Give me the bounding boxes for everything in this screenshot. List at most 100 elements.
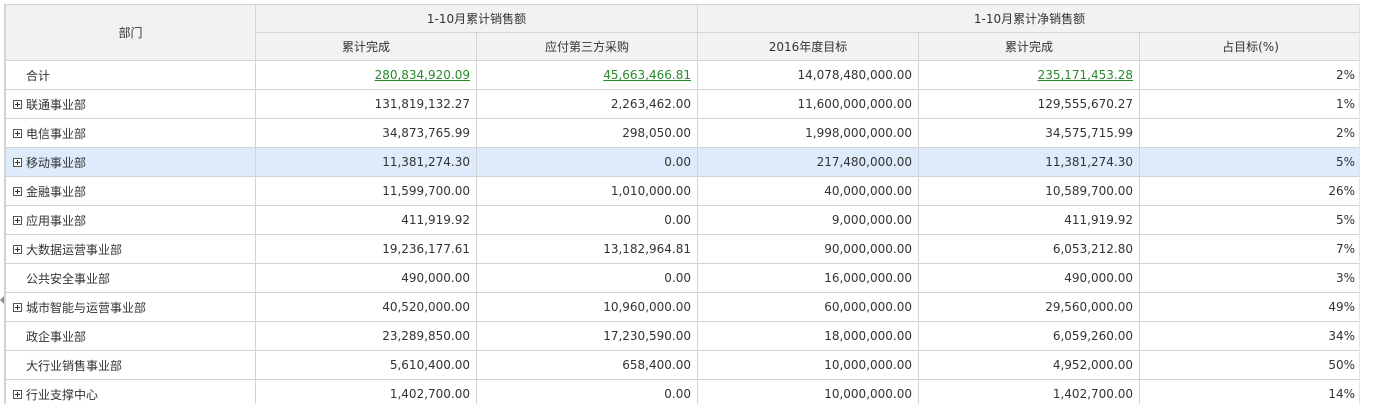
third-party-cell: 658,400.00 <box>476 350 698 380</box>
third-party-cell: 0.00 <box>476 147 698 177</box>
table-row[interactable]: 行业支撑中心 1,402,700.00 0.00 10,000,000.00 1,402… <box>5 379 1363 404</box>
target-cell: 90,000,000.00 <box>697 234 919 264</box>
value-text: 10,000,000.00 <box>824 387 912 401</box>
cumulative-cell: 1,402,700.00 <box>255 379 477 404</box>
header-net-cumulative[interactable]: 累计完成 <box>918 32 1140 61</box>
dept-label: 电信事业部 <box>26 126 87 141</box>
header-cumulative[interactable]: 累计完成 <box>255 32 477 61</box>
expand-plus-icon[interactable] <box>13 389 22 399</box>
table-row[interactable]: 公共安全事业部 490,000.00 0.00 16,000,000.00 490,00… <box>5 263 1363 293</box>
value-text: 23,289,850.00 <box>382 329 470 343</box>
value-text: 4,952,000.00 <box>1052 358 1133 372</box>
value-link[interactable]: 45,663,466.81 <box>603 68 691 82</box>
target-cell: 18,000,000.00 <box>697 321 919 351</box>
percent-target-cell: 5% <box>1138 147 1363 177</box>
table-row[interactable]: 政企事业部 23,289,850.00 17,230,590.00 18,000,00… <box>5 321 1363 351</box>
net-cumulative-cell[interactable]: 235,171,453.28 <box>918 60 1140 90</box>
expand-plus-icon[interactable] <box>13 302 22 312</box>
target-cell: 60,000,000.00 <box>697 292 919 322</box>
percent-target-cell: 14% <box>1138 379 1363 404</box>
table-row[interactable]: 大行业销售事业部 5,610,400.00 658,400.00 10,000,000… <box>5 350 1363 380</box>
header-dept[interactable]: 部门 <box>5 4 256 61</box>
header-group-sales: 1-10月累计销售额 <box>255 4 698 33</box>
dept-cell[interactable]: 政企事业部 <box>5 321 256 351</box>
percent-target-cell: 50% <box>1138 350 1363 380</box>
value-text: 411,919.92 <box>1064 213 1133 227</box>
table-row[interactable]: 大数据运营事业部 19,236,177.61 13,182,964.81 90,000… <box>5 234 1363 264</box>
cumulative-cell: 5,610,400.00 <box>255 350 477 380</box>
header-third-party[interactable]: 应付第三方采购 <box>476 32 698 61</box>
value-text: 14,078,480,000.00 <box>797 68 912 82</box>
expand-plus-icon[interactable] <box>13 99 22 109</box>
value-text: 411,919.92 <box>401 213 470 227</box>
table-row[interactable]: 合计 280,834,920.09 45,663,466.81 14,078,480,… <box>5 60 1363 90</box>
value-text: 2% <box>1335 68 1356 82</box>
dept-cell[interactable]: 行业支撑中心 <box>5 379 256 404</box>
value-text: 40,000,000.00 <box>824 184 912 198</box>
value-text: 34% <box>1328 329 1356 343</box>
value-text: 13,182,964.81 <box>603 242 691 256</box>
cumulative-cell[interactable]: 280,834,920.09 <box>255 60 477 90</box>
third-party-cell[interactable]: 45,663,466.81 <box>476 60 698 90</box>
net-cumulative-cell: 11,381,274.30 <box>918 147 1140 177</box>
value-text: 3% <box>1335 271 1356 285</box>
value-text: 9,000,000.00 <box>831 213 912 227</box>
value-text: 658,400.00 <box>622 358 691 372</box>
value-link[interactable]: 280,834,920.09 <box>375 68 470 82</box>
cumulative-cell: 490,000.00 <box>255 263 477 293</box>
net-cumulative-cell: 6,059,260.00 <box>918 321 1140 351</box>
value-text: 1,402,700.00 <box>1052 387 1133 401</box>
dept-cell[interactable]: 金融事业部 <box>5 176 256 206</box>
table-row[interactable]: 应用事业部 411,919.92 0.00 9,000,000.00 411,919.9… <box>5 205 1363 235</box>
expand-plus-icon[interactable] <box>13 157 22 167</box>
dept-cell[interactable]: 大行业销售事业部 <box>5 350 256 380</box>
value-text: 6,053,212.80 <box>1052 242 1133 256</box>
value-text: 131,819,132.27 <box>374 97 470 111</box>
dept-label: 合计 <box>26 68 51 83</box>
header-target[interactable]: 2016年度目标 <box>697 32 919 61</box>
value-link[interactable]: 235,171,453.28 <box>1038 68 1133 82</box>
value-text: 50% <box>1328 358 1356 372</box>
dept-cell[interactable]: 移动事业部 <box>5 147 256 177</box>
value-text: 60,000,000.00 <box>824 300 912 314</box>
net-cumulative-cell: 34,575,715.99 <box>918 118 1140 148</box>
vertical-scrollbar[interactable] <box>1359 4 1376 404</box>
target-cell: 16,000,000.00 <box>697 263 919 293</box>
expand-plus-icon[interactable] <box>13 186 22 196</box>
dept-cell[interactable]: 公共安全事业部 <box>5 263 256 293</box>
dept-cell[interactable]: 应用事业部 <box>5 205 256 235</box>
dept-cell[interactable]: 合计 <box>5 60 256 90</box>
value-text: 26% <box>1328 184 1356 198</box>
net-cumulative-cell: 411,919.92 <box>918 205 1140 235</box>
dept-cell[interactable]: 大数据运营事业部 <box>5 234 256 264</box>
dept-cell[interactable]: 电信事业部 <box>5 118 256 148</box>
dept-cell[interactable]: 联通事业部 <box>5 89 256 119</box>
target-cell: 217,480,000.00 <box>697 147 919 177</box>
net-cumulative-cell: 1,402,700.00 <box>918 379 1140 404</box>
value-text: 40,520,000.00 <box>382 300 470 314</box>
third-party-cell: 10,960,000.00 <box>476 292 698 322</box>
table-row[interactable]: 电信事业部 34,873,765.99 298,050.00 1,998,000,00… <box>5 118 1363 148</box>
dept-cell[interactable]: 城市智能与运营事业部 <box>5 292 256 322</box>
table-row[interactable]: 移动事业部 11,381,274.30 0.00 217,480,000.00 11,3… <box>5 147 1363 177</box>
table-row[interactable]: 联通事业部 131,819,132.27 2,263,462.00 11,600,00… <box>5 89 1363 119</box>
value-text: 0.00 <box>664 155 691 169</box>
percent-target-cell: 5% <box>1138 205 1363 235</box>
percent-target-cell: 26% <box>1138 176 1363 206</box>
percent-target-cell: 49% <box>1138 292 1363 322</box>
table-row[interactable]: 城市智能与运营事业部 40,520,000.00 10,960,000.00 60,0… <box>5 292 1363 322</box>
target-cell: 9,000,000.00 <box>697 205 919 235</box>
expand-plus-icon[interactable] <box>13 128 22 138</box>
value-text: 49% <box>1328 300 1356 314</box>
cumulative-cell: 40,520,000.00 <box>255 292 477 322</box>
expand-plus-icon[interactable] <box>13 215 22 225</box>
value-text: 1,998,000,000.00 <box>805 126 912 140</box>
header-percent-target[interactable]: 占目标(%) <box>1138 32 1363 61</box>
expand-plus-icon[interactable] <box>13 244 22 254</box>
value-text: 0.00 <box>664 387 691 401</box>
value-text: 5% <box>1335 213 1356 227</box>
target-cell: 10,000,000.00 <box>697 379 919 404</box>
third-party-cell: 13,182,964.81 <box>476 234 698 264</box>
value-text: 14% <box>1328 387 1356 401</box>
table-row[interactable]: 金融事业部 11,599,700.00 1,010,000.00 40,000,000… <box>5 176 1363 206</box>
